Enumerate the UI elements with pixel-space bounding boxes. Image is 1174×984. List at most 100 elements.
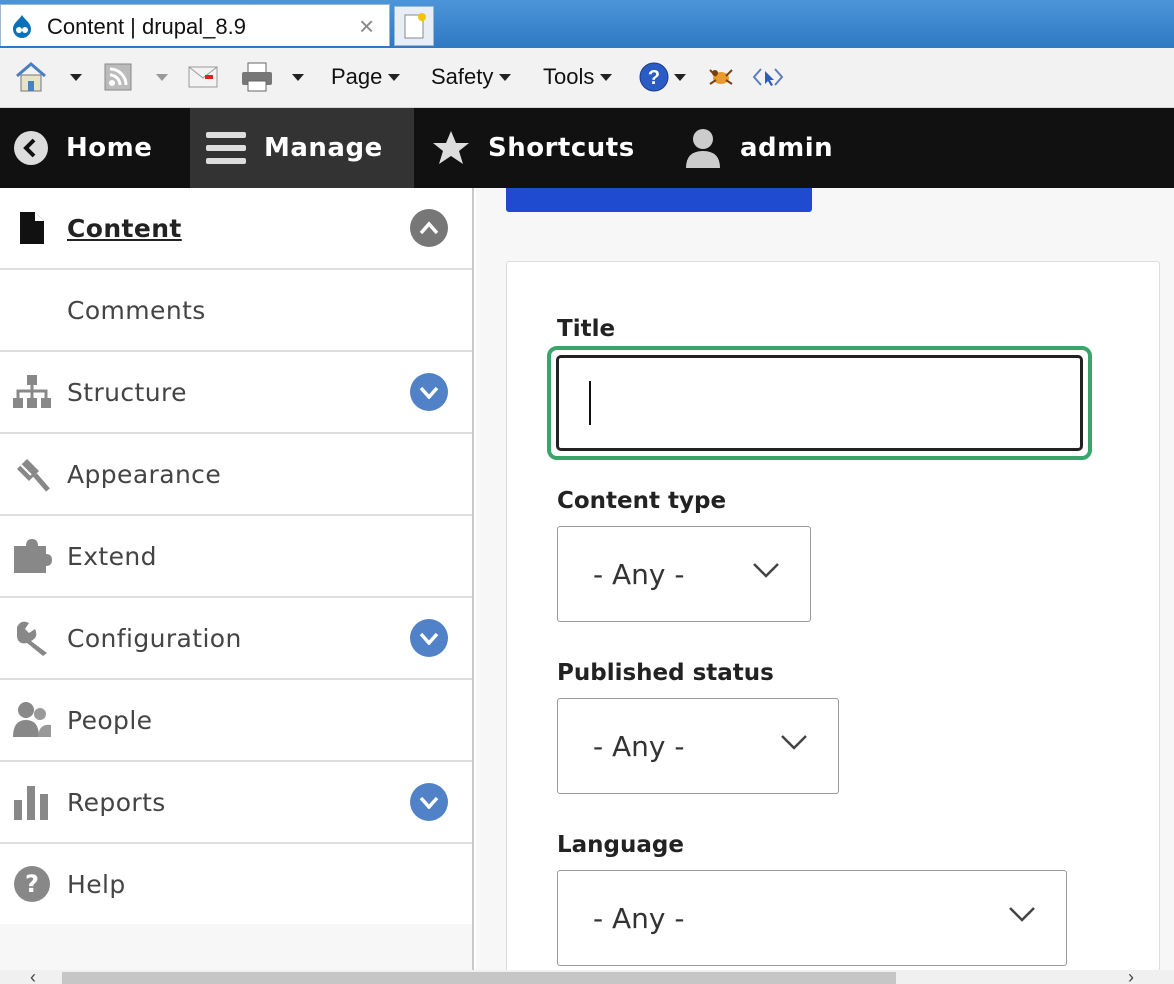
safety-menu-label: Safety	[431, 64, 494, 89]
sidebar-item-label: Structure	[67, 377, 187, 407]
page-menu-label: Page	[331, 64, 383, 89]
tab-strip: Content | drupal_8.9 ×	[0, 0, 1174, 48]
rss-icon	[104, 63, 132, 91]
wrench-icon	[12, 618, 52, 658]
published-status-value: - Any -	[593, 729, 685, 763]
sidebar-item-label: Configuration	[67, 623, 242, 653]
new-tab-button[interactable]	[394, 6, 434, 46]
sidebar-item-extend[interactable]: Extend	[0, 516, 472, 598]
chevron-down-icon[interactable]	[410, 373, 448, 411]
title-input-focus-ring	[547, 346, 1092, 460]
chevron-down-icon[interactable]	[156, 73, 168, 81]
chevron-down-icon	[1009, 907, 1035, 922]
published-status-select[interactable]: - Any -	[557, 698, 839, 794]
filter-panel: Title Content type - Any - Published sta…	[506, 261, 1160, 984]
tab-title: Content | drupal_8.9	[47, 14, 246, 39]
page-menu[interactable]: Page	[331, 61, 401, 93]
content-type-label: Content type	[557, 488, 727, 514]
language-select[interactable]: - Any -	[557, 870, 1067, 966]
toolbar-user[interactable]: admin	[684, 108, 833, 188]
add-content-button[interactable]	[506, 188, 812, 212]
sidebar-item-people[interactable]: People	[0, 680, 472, 762]
select-element-icon	[752, 68, 784, 86]
sidebar-item-help[interactable]: ? Help	[0, 844, 472, 926]
sidebar-item-label: People	[67, 705, 153, 735]
title-input[interactable]	[556, 355, 1083, 451]
user-icon	[686, 129, 720, 168]
admin-toolbar: Home Manage Shortcuts admin	[0, 108, 1174, 188]
chevron-down-icon	[781, 735, 807, 750]
language-label: Language	[557, 832, 684, 858]
sitemap-icon	[12, 372, 52, 412]
sidebar-item-content[interactable]: Content	[0, 188, 472, 270]
chevron-down-icon[interactable]	[292, 73, 304, 81]
chevron-down-icon	[600, 73, 613, 81]
tools-menu[interactable]: Tools	[543, 61, 613, 93]
star-icon	[433, 131, 469, 164]
bug-icon	[709, 69, 733, 85]
chevron-down-icon	[499, 73, 512, 81]
puzzle-icon	[12, 536, 52, 576]
language-value: - Any -	[593, 901, 685, 935]
sidebar-item-label: Extend	[67, 541, 157, 571]
home-page-button[interactable]	[14, 61, 82, 93]
scroll-left-icon[interactable]: ‹	[30, 968, 36, 984]
paintbrush-icon	[12, 454, 52, 494]
toolbar-manage[interactable]: Manage	[190, 108, 414, 188]
svg-text:?: ?	[25, 870, 39, 898]
browser-tab[interactable]: Content | drupal_8.9 ×	[0, 4, 390, 46]
sidebar-item-label: Comments	[67, 295, 206, 325]
horizontal-scrollbar[interactable]: ‹ ›	[0, 968, 1174, 984]
command-bar: Page Safety Tools ?	[0, 48, 1174, 108]
published-status-label: Published status	[557, 660, 774, 686]
sidebar-item-label: Appearance	[67, 459, 222, 489]
sidebar-item-label: Reports	[67, 787, 166, 817]
sidebar-item-structure[interactable]: Structure	[0, 352, 472, 434]
browser-window: Content | drupal_8.9 × Page Safety Tools…	[0, 0, 1174, 984]
drupal-favicon-icon	[9, 14, 35, 40]
sidebar-item-appearance[interactable]: Appearance	[0, 434, 472, 516]
toolbar-manage-label: Manage	[264, 133, 383, 163]
help-menu[interactable]: ?	[638, 61, 686, 93]
safety-menu[interactable]: Safety	[431, 61, 512, 93]
hamburger-icon	[206, 132, 246, 164]
file-icon	[12, 208, 52, 248]
content-type-value: - Any -	[593, 557, 685, 591]
chevron-up-icon[interactable]	[410, 209, 448, 247]
compatibility-view-button[interactable]	[752, 61, 784, 93]
mail-icon	[188, 66, 218, 88]
chevron-down-icon	[388, 73, 401, 81]
house-icon	[16, 62, 46, 92]
scrollbar-thumb[interactable]	[62, 972, 896, 984]
question-circle-icon: ?	[639, 62, 669, 92]
sidebar-item-label: Help	[67, 869, 126, 899]
chevron-down-icon	[753, 563, 779, 578]
print-button[interactable]	[240, 61, 304, 93]
chevron-down-icon	[674, 73, 686, 81]
toolbar-home-label: Home	[66, 133, 153, 163]
scroll-right-icon[interactable]: ›	[1128, 968, 1134, 984]
admin-sidebar-menu: Content Comments Structure Appearance Ex…	[0, 188, 474, 984]
help-icon: ?	[12, 864, 52, 904]
chevron-down-icon[interactable]	[410, 619, 448, 657]
text-caret	[589, 381, 591, 425]
bar-chart-icon	[12, 782, 52, 822]
printer-icon	[242, 62, 272, 92]
toolbar-shortcuts-label: Shortcuts	[488, 133, 635, 163]
read-mail-button[interactable]	[188, 61, 218, 93]
tools-menu-label: Tools	[543, 64, 595, 89]
toolbar-user-label: admin	[740, 133, 834, 163]
toolbar-shortcuts[interactable]: Shortcuts	[432, 108, 635, 188]
sidebar-item-comments[interactable]: Comments	[0, 270, 472, 352]
sidebar-item-configuration[interactable]: Configuration	[0, 598, 472, 680]
people-icon	[12, 700, 52, 740]
chevron-down-icon[interactable]	[70, 73, 82, 81]
feeds-button[interactable]	[104, 61, 168, 93]
sidebar-item-reports[interactable]: Reports	[0, 762, 472, 844]
developer-tools-button[interactable]	[706, 61, 736, 93]
content-type-select[interactable]: - Any -	[557, 526, 811, 622]
chevron-down-icon[interactable]	[410, 783, 448, 821]
toolbar-home[interactable]: Home	[14, 108, 186, 188]
tab-close-icon[interactable]: ×	[359, 11, 374, 42]
back-circle-icon	[14, 131, 48, 165]
